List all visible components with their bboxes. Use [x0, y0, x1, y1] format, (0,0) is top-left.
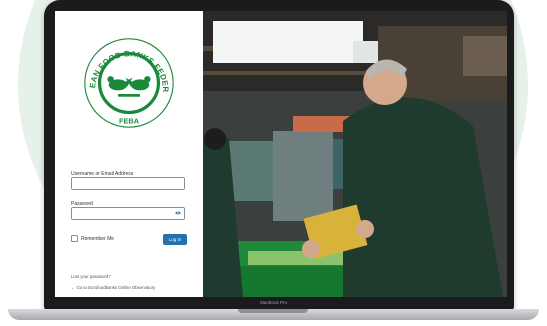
feba-logo: EUROPEAN FOOD BANKS FEDERATION FEBA [83, 37, 174, 128]
food-bank-photo [203, 11, 507, 297]
logo-acronym: FEBA [119, 116, 140, 125]
laptop-notch [238, 309, 308, 313]
username-input[interactable] [71, 177, 185, 190]
remember-me[interactable]: Remember Me [71, 235, 114, 242]
laptop-screen: EUROPEAN FOOD BANKS FEDERATION FEBA User… [55, 11, 507, 297]
show-password-eye-icon[interactable] [175, 211, 181, 215]
back-to-site-link[interactable]: ← Go to Eurofoodbanks Online Observatory [71, 285, 155, 290]
device-label: MacBook Pro [259, 300, 287, 305]
remember-me-checkbox[interactable] [71, 235, 78, 242]
password-input[interactable] [71, 207, 185, 220]
login-panel: EUROPEAN FOOD BANKS FEDERATION FEBA User… [55, 11, 203, 297]
remember-me-label: Remember Me [81, 235, 115, 242]
lost-password-link[interactable]: Lost your password? [71, 274, 111, 279]
log-in-button[interactable]: Log In [163, 234, 187, 245]
